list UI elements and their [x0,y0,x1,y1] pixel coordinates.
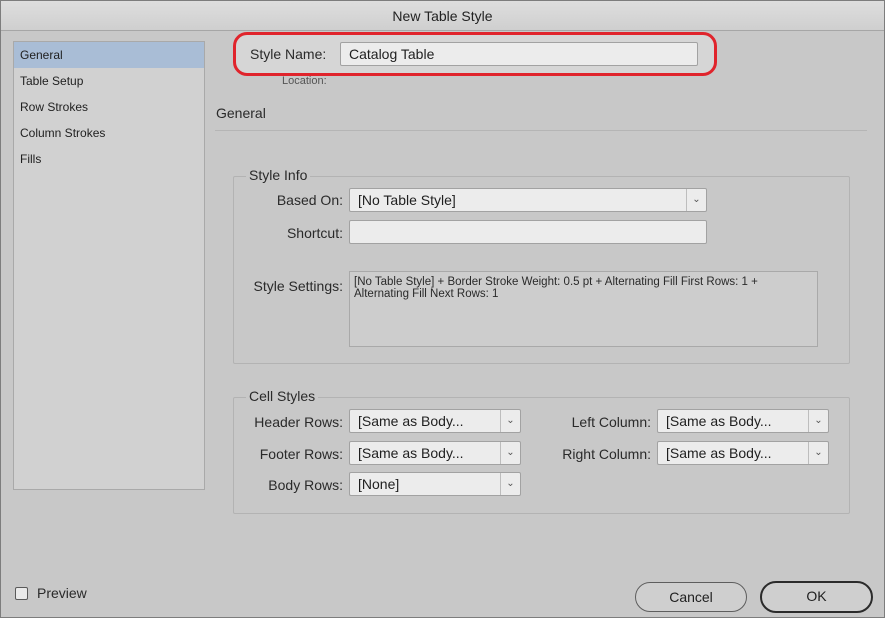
shortcut-input[interactable] [349,220,707,244]
style-name-label: Style Name: [250,46,327,62]
footer-rows-value: [Same as Body... [358,445,464,461]
based-on-dropdown[interactable]: [No Table Style] ⌄ [349,188,707,212]
body-rows-label: Body Rows: [268,477,343,493]
footer-rows-dropdown[interactable]: [Same as Body... ⌄ [349,441,521,465]
location-label: Location: [282,75,327,87]
chevron-down-icon: ⌄ [808,410,828,432]
chevron-down-icon: ⌄ [500,410,520,432]
left-column-dropdown[interactable]: [Same as Body... ⌄ [657,409,829,433]
cell-styles-title: Cell Styles [246,388,319,404]
ok-button[interactable]: OK [760,581,873,613]
section-divider [215,130,867,131]
body-rows-value: [None] [358,476,400,492]
preview-label: Preview [37,585,87,601]
right-column-value: [Same as Body... [666,445,772,461]
section-title: General [216,105,266,121]
new-table-style-dialog: New Table Style General Table Setup Row … [0,0,885,618]
left-column-value: [Same as Body... [666,413,772,429]
header-rows-dropdown[interactable]: [Same as Body... ⌄ [349,409,521,433]
chevron-down-icon: ⌄ [686,189,706,211]
based-on-value: [No Table Style] [358,192,456,208]
shortcut-label: Shortcut: [286,225,343,241]
based-on-label: Based On: [276,192,343,208]
style-info-title: Style Info [246,167,311,183]
sidebar-item-general[interactable]: General [14,42,204,68]
right-column-label: Right Column: [562,446,651,462]
footer-rows-label: Footer Rows: [259,446,343,462]
chevron-down-icon: ⌄ [500,442,520,464]
sidebar-item-table-setup[interactable]: Table Setup [14,68,204,94]
sidebar: General Table Setup Row Strokes Column S… [13,41,205,490]
window-title: New Table Style [1,1,884,31]
sidebar-item-column-strokes[interactable]: Column Strokes [14,120,204,146]
style-settings-text: [No Table Style] + Border Stroke Weight:… [349,271,818,347]
sidebar-item-fills[interactable]: Fills [14,146,204,172]
left-column-label: Left Column: [571,414,651,430]
body-rows-dropdown[interactable]: [None] ⌄ [349,472,521,496]
header-rows-label: Header Rows: [254,414,343,430]
preview-checkbox[interactable] [15,587,28,600]
sidebar-item-row-strokes[interactable]: Row Strokes [14,94,204,120]
chevron-down-icon: ⌄ [500,473,520,495]
style-settings-label: Style Settings: [253,278,344,294]
right-column-dropdown[interactable]: [Same as Body... ⌄ [657,441,829,465]
style-name-input[interactable]: Catalog Table [340,42,698,66]
chevron-down-icon: ⌄ [808,442,828,464]
header-rows-value: [Same as Body... [358,413,464,429]
cancel-button[interactable]: Cancel [635,582,747,612]
